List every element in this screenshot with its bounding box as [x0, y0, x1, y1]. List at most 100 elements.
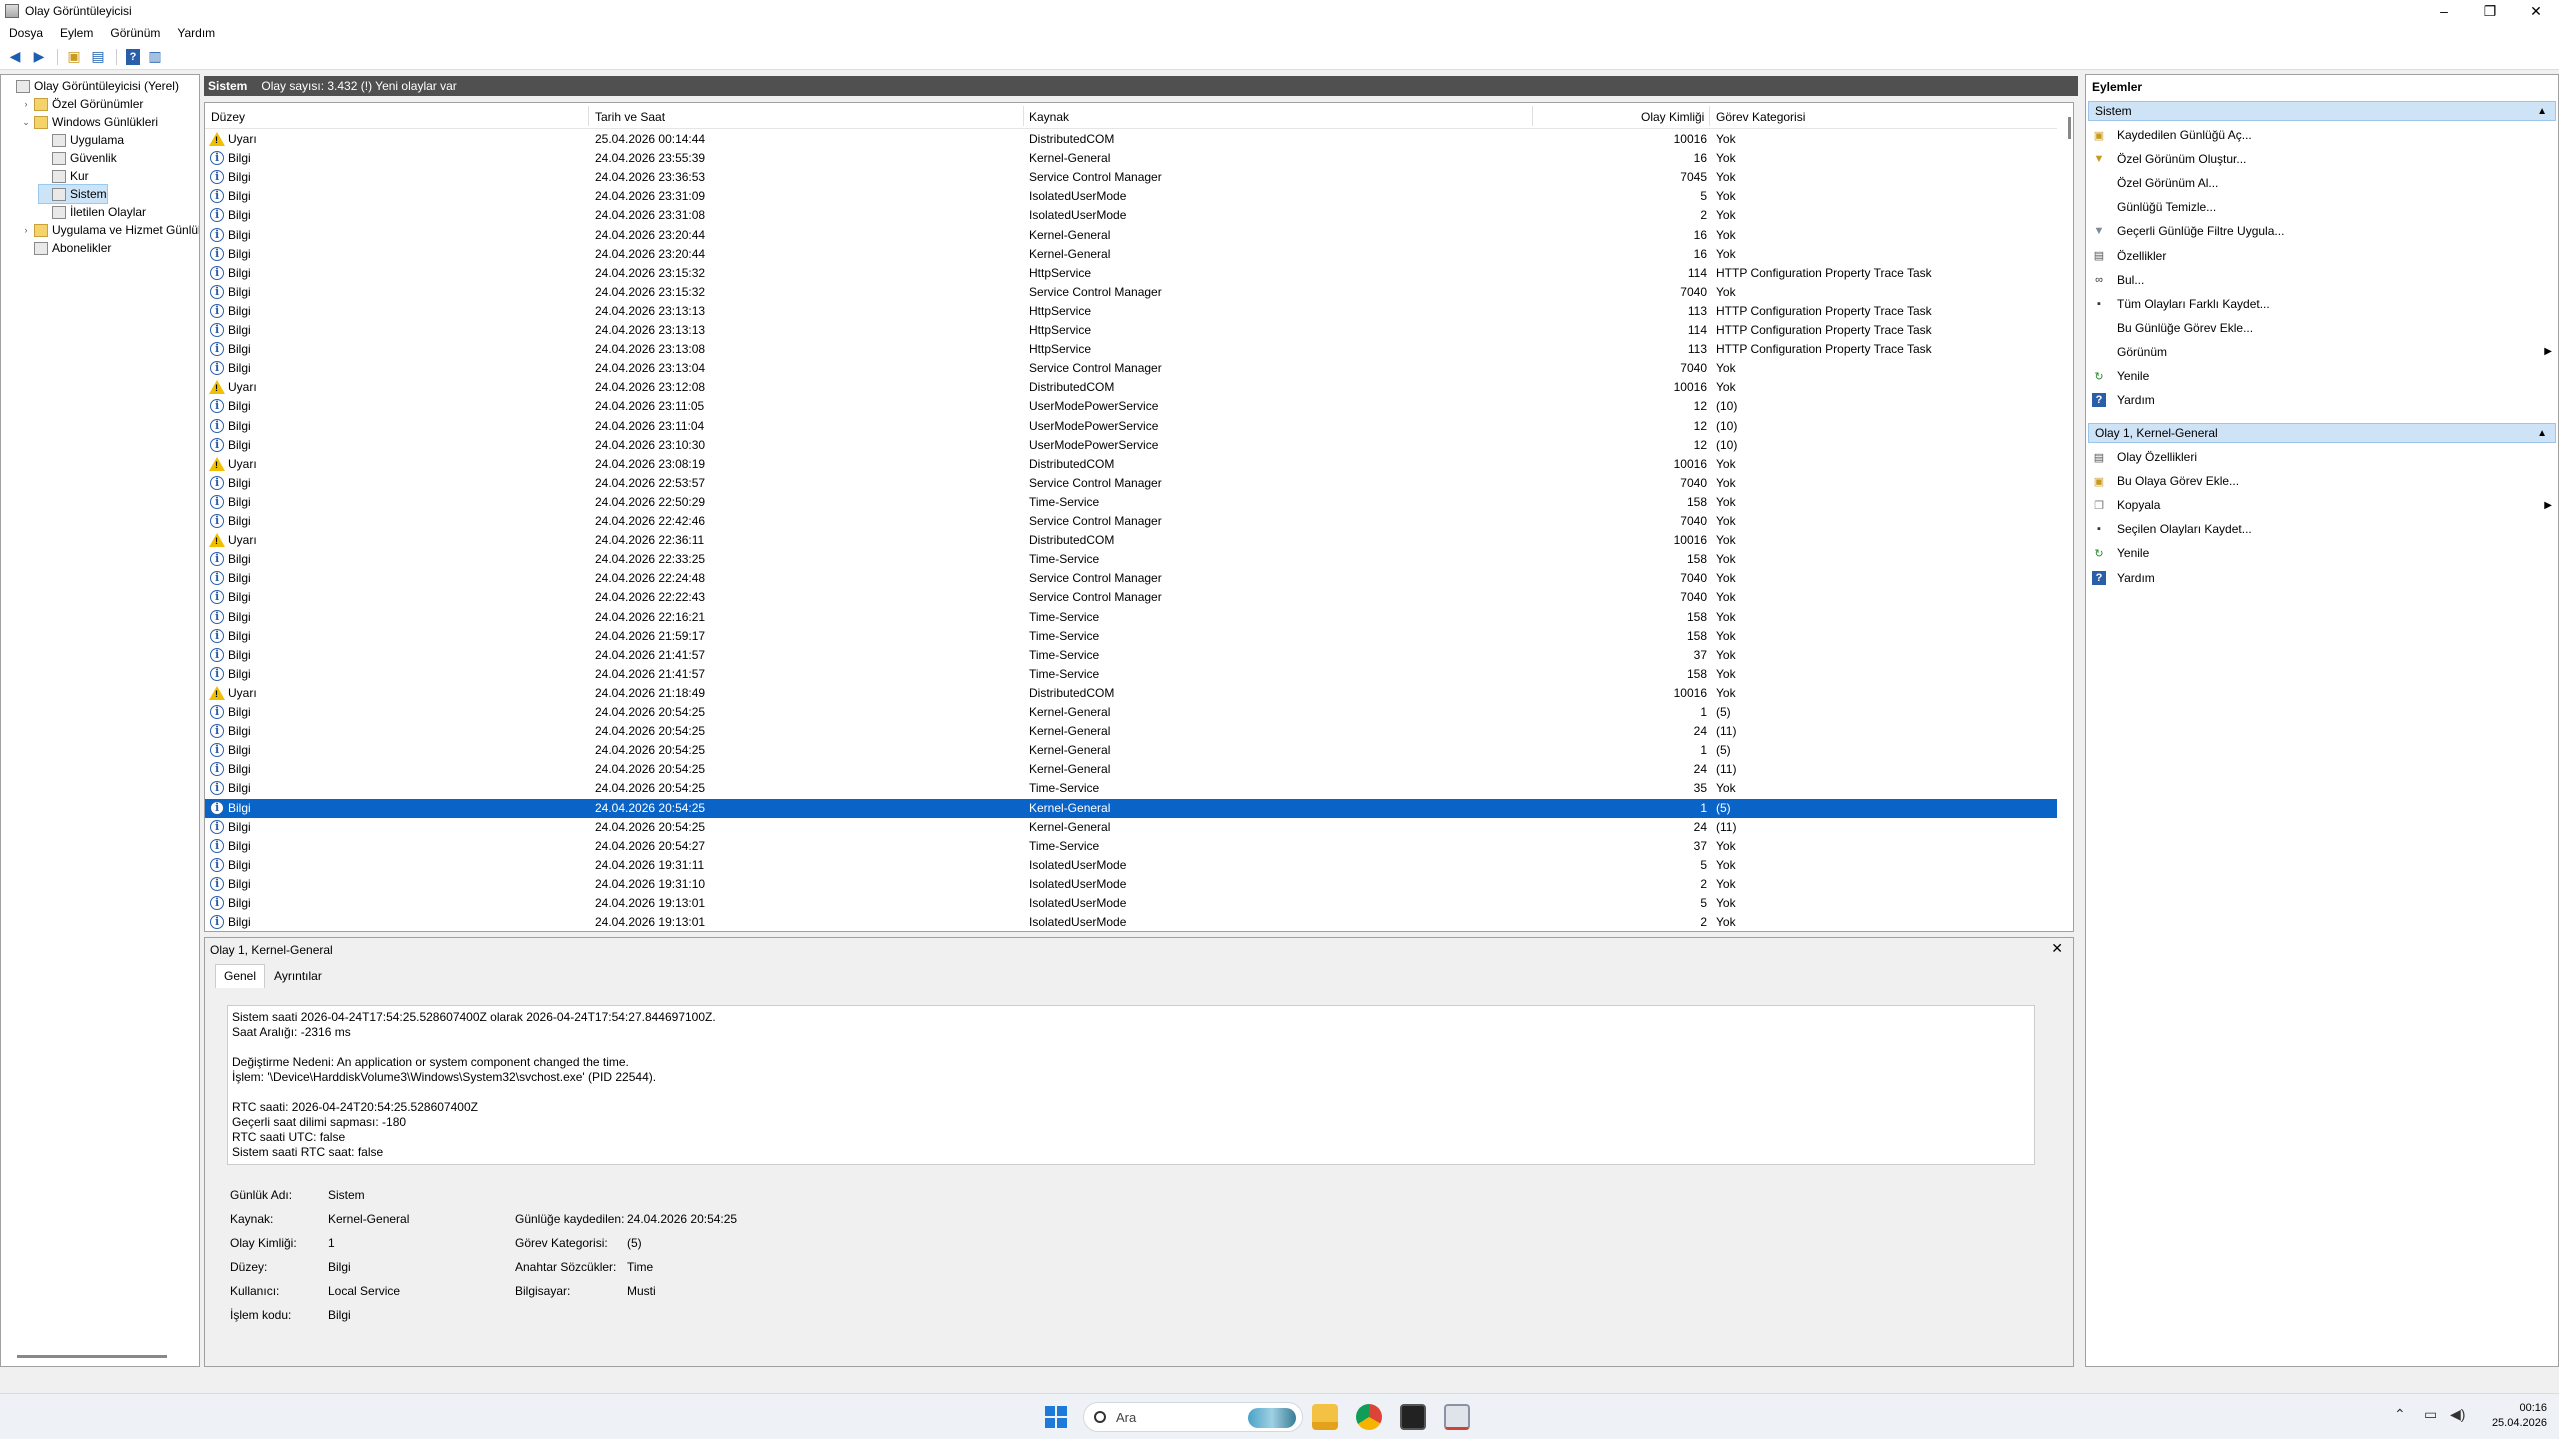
action-item[interactable]: ▤ Olay Özellikleri [2092, 447, 2552, 467]
event-row[interactable]: Bilgi 24.04.2026 23:10:30 UserModePowerSer… [205, 436, 2057, 455]
event-row[interactable]: Bilgi 24.04.2026 20:54:25 Kernel-General 1 (… [205, 741, 2057, 760]
event-row[interactable]: Bilgi 24.04.2026 22:42:46 Service Control … [205, 512, 2057, 531]
level-value[interactable]: Bilgi [328, 1260, 351, 1274]
column-divider[interactable] [1709, 106, 1710, 126]
event-row[interactable]: Bilgi 24.04.2026 21:41:57 Time-Service 158 Y… [205, 665, 2057, 684]
column-source[interactable]: Kaynak [1029, 110, 1069, 124]
column-task-category[interactable]: Görev Kategorisi [1716, 110, 1805, 124]
event-row[interactable]: Bilgi 24.04.2026 20:54:25 Kernel-General 24… [205, 818, 2057, 837]
computer-value[interactable]: Musti [627, 1284, 656, 1298]
event-id-value[interactable]: 1 [328, 1236, 335, 1250]
show-hide-action-pane-icon[interactable]: ▥ [144, 47, 166, 67]
event-row[interactable]: Uyarı 25.04.2026 00:14:44 DistributedCOM 10… [205, 130, 2057, 149]
event-row[interactable]: Bilgi 24.04.2026 22:16:21 Time-Service 158 Y… [205, 608, 2057, 627]
widgets-icon[interactable] [1248, 1408, 1296, 1428]
close-button[interactable]: ✕ [2513, 0, 2559, 22]
logged-value[interactable]: 24.04.2026 20:54:25 [627, 1212, 737, 1226]
forward-icon[interactable]: ▶ [28, 47, 50, 67]
event-row[interactable]: Bilgi 24.04.2026 23:20:44 Kernel-General 16… [205, 226, 2057, 245]
network-icon[interactable]: ▭ [2424, 1406, 2437, 1423]
event-viewer-taskbar-icon[interactable] [1444, 1404, 1470, 1430]
column-divider[interactable] [1532, 106, 1533, 126]
up-folder-icon[interactable]: ▣ [63, 47, 85, 67]
column-date[interactable]: Tarih ve Saat [595, 110, 665, 124]
action-item[interactable]: Bu Günlüğe Görev Ekle... [2092, 318, 2552, 338]
tree-item[interactable]: Uygulama [39, 131, 124, 149]
tree-item[interactable]: › Uygulama ve Hizmet Günlük [21, 221, 200, 239]
menu-file[interactable]: Dosya [0, 26, 51, 40]
event-row[interactable]: Bilgi 24.04.2026 23:36:53 Service Control … [205, 168, 2057, 187]
event-row[interactable]: Bilgi 24.04.2026 23:20:44 Kernel-General 16… [205, 245, 2057, 264]
event-row[interactable]: Bilgi 24.04.2026 23:13:13 HttpService 114 HT… [205, 321, 2057, 340]
action-item[interactable]: ▪ Tüm Olayları Farklı Kaydet... [2092, 294, 2552, 314]
menu-help[interactable]: Yardım [168, 26, 223, 40]
event-row[interactable]: Bilgi 24.04.2026 21:41:57 Time-Service 37 Yo… [205, 646, 2057, 665]
event-row[interactable]: Bilgi 24.04.2026 19:13:01 IsolatedUserMode… [205, 894, 2057, 913]
chevron-down-icon[interactable]: ⌄ [21, 117, 31, 128]
event-row[interactable]: Bilgi 24.04.2026 22:53:57 Service Control … [205, 474, 2057, 493]
tab-details[interactable]: Ayrıntılar [265, 964, 331, 988]
system-clock[interactable]: 00:16 25.04.2026 [2492, 1401, 2547, 1431]
tree-item[interactable]: Abonelikler [21, 239, 111, 257]
opcode-value[interactable]: Bilgi [328, 1308, 351, 1322]
event-description[interactable]: Sistem saati 2026-04-24T17:54:25.5286074… [227, 1005, 2035, 1165]
event-row[interactable]: Bilgi 24.04.2026 20:54:25 Kernel-General 24… [205, 760, 2057, 779]
action-item[interactable]: ▤ Özellikler [2092, 246, 2552, 266]
source-value[interactable]: Kernel-General [328, 1212, 409, 1226]
event-row[interactable]: Bilgi 24.04.2026 22:24:48 Service Control … [205, 569, 2057, 588]
keywords-value[interactable]: Time [627, 1260, 653, 1274]
column-level[interactable]: Düzey [211, 110, 245, 124]
chrome-icon[interactable] [1356, 1404, 1382, 1430]
back-icon[interactable]: ◀ [4, 47, 26, 67]
tree-item[interactable]: Sistem [38, 184, 108, 204]
event-row[interactable]: Uyarı 24.04.2026 23:08:19 DistributedCOM 10… [205, 455, 2057, 474]
show-hide-tree-icon[interactable]: ▤ [87, 47, 109, 67]
event-row[interactable]: Bilgi 24.04.2026 23:11:04 UserModePowerSer… [205, 417, 2057, 436]
actions-section-event[interactable]: Olay 1, Kernel-General ▲ [2088, 423, 2556, 443]
action-item[interactable]: ? Yardım [2092, 390, 2552, 410]
event-row[interactable]: Uyarı 24.04.2026 21:18:49 DistributedCOM 10… [205, 684, 2057, 703]
volume-icon[interactable]: ◀) [2450, 1406, 2465, 1423]
action-item[interactable]: ↻ Yenile [2092, 543, 2552, 563]
event-row[interactable]: Bilgi 24.04.2026 23:13:08 HttpService 113 HT… [205, 340, 2057, 359]
event-row[interactable]: Bilgi 24.04.2026 23:13:04 Service Control … [205, 359, 2057, 378]
event-row[interactable]: Bilgi 24.04.2026 20:54:25 Kernel-General 1 (… [205, 798, 2057, 818]
event-row[interactable]: Uyarı 24.04.2026 23:12:08 DistributedCOM 10… [205, 378, 2057, 397]
chevron-right-icon[interactable]: › [21, 225, 31, 235]
menu-view[interactable]: Görünüm [101, 26, 168, 40]
event-row[interactable]: Bilgi 24.04.2026 20:54:27 Time-Service 37 Yo… [205, 837, 2057, 856]
actions-section-log[interactable]: Sistem ▲ [2088, 101, 2556, 121]
user-value[interactable]: Local Service [328, 1284, 400, 1298]
log-name-value[interactable]: Sistem [328, 1188, 365, 1202]
action-item[interactable]: ▼ Geçerli Günlüğe Filtre Uygula... [2092, 221, 2552, 241]
action-item[interactable]: Günlüğü Temizle... [2092, 197, 2552, 217]
tree-item[interactable]: Olay Görüntüleyicisi (Yerel) [3, 77, 179, 95]
event-row[interactable]: Bilgi 24.04.2026 19:31:11 IsolatedUserMode… [205, 856, 2057, 875]
close-icon[interactable]: ✕ [2051, 940, 2063, 957]
action-item[interactable]: ▼ Özel Görünüm Oluştur... [2092, 149, 2552, 169]
event-row[interactable]: Bilgi 24.04.2026 23:15:32 Service Control … [205, 283, 2057, 302]
chevron-up-icon[interactable]: ⌃ [2394, 1406, 2406, 1423]
terminal-icon[interactable] [1400, 1404, 1426, 1430]
event-row[interactable]: Bilgi 24.04.2026 23:55:39 Kernel-General 16… [205, 149, 2057, 168]
collapse-icon[interactable]: ▲ [2537, 428, 2547, 439]
event-row[interactable]: Bilgi 24.04.2026 22:22:43 Service Control … [205, 588, 2057, 607]
column-event-id[interactable]: Olay Kimliği [1641, 110, 1704, 124]
action-item[interactable]: ↻ Yenile [2092, 366, 2552, 386]
collapse-icon[interactable]: ▲ [2537, 106, 2547, 117]
event-row[interactable]: Bilgi 24.04.2026 21:59:17 Time-Service 158 Y… [205, 627, 2057, 646]
task-category-value[interactable]: (5) [627, 1236, 642, 1250]
action-item[interactable]: ▪ Seçilen Olayları Kaydet... [2092, 519, 2552, 539]
start-button[interactable] [1045, 1406, 1067, 1428]
event-row[interactable]: Bilgi 24.04.2026 20:54:25 Kernel-General 1 (… [205, 703, 2057, 722]
action-item[interactable]: ▣ Kaydedilen Günlüğü Aç... [2092, 125, 2552, 145]
event-row[interactable]: Bilgi 24.04.2026 22:50:29 Time-Service 158 Y… [205, 493, 2057, 512]
event-row[interactable]: Bilgi 24.04.2026 20:54:25 Time-Service 35 Yo… [205, 779, 2057, 798]
menu-action[interactable]: Eylem [51, 26, 101, 40]
column-divider[interactable] [1023, 106, 1024, 126]
tree-item[interactable]: İletilen Olaylar [39, 203, 146, 221]
tree-item[interactable]: ⌄ Windows Günlükleri [21, 113, 158, 131]
action-item[interactable]: Özel Görünüm Al... [2092, 173, 2552, 193]
file-explorer-icon[interactable] [1312, 1404, 1338, 1430]
tab-general[interactable]: Genel [215, 964, 266, 988]
